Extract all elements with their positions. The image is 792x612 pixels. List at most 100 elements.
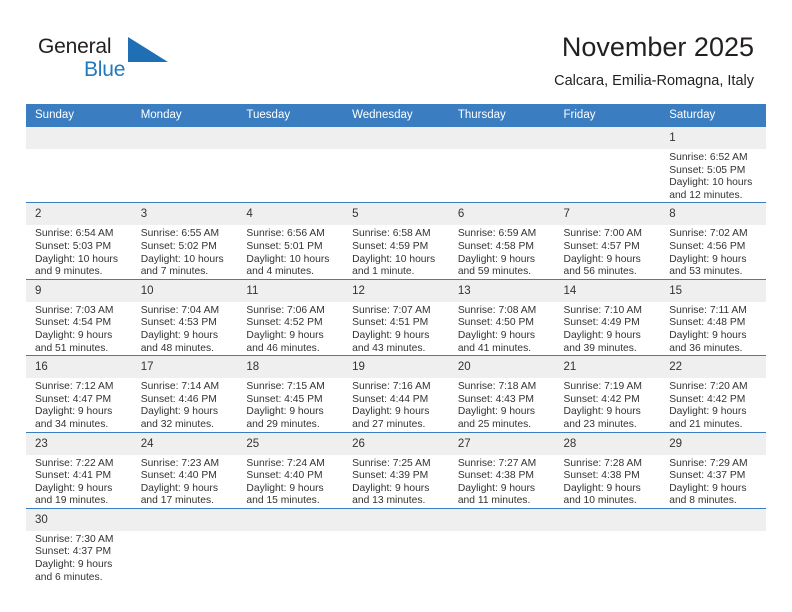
- daylight-text-line1: Daylight: 9 hours: [140, 329, 218, 341]
- calendar-body: 1 Sunrise: 6:52 AM Sunset: 5:05 PM Daylight…: [26, 125, 766, 585]
- calendar-day-cell[interactable]: 22 Sunrise: 7:20 AM Sunset: 4:42 PM Dayligh…: [660, 355, 766, 432]
- calendar-day-cell[interactable]: 6 Sunrise: 6:59 AM Sunset: 4:58 PM Daylight…: [448, 202, 555, 280]
- sunset-text: Sunset: 4:59 PM: [352, 240, 429, 252]
- title-block: November 2025 Calcara, Emilia-Romagna, I…: [554, 30, 754, 92]
- calendar-day-cell[interactable]: 14 Sunrise: 7:10 AM Sunset: 4:49 PM Dayligh…: [554, 278, 661, 356]
- sunset-text: Sunset: 5:05 PM: [669, 164, 746, 176]
- day-sun-info: Sunrise: 6:52 AM Sunset: 5:05 PM Daylight:…: [660, 149, 766, 202]
- daylight-text-line2: and 59 minutes.: [457, 266, 532, 278]
- day-number: 26: [343, 432, 449, 455]
- calendar-day-cell-empty: [554, 507, 661, 585]
- daylight-text-line2: and 9 minutes.: [35, 266, 103, 278]
- daylight-text-line2: and 10 minutes.: [563, 495, 637, 507]
- daylight-text-line2: and 8 minutes.: [669, 495, 737, 507]
- day-sun-info: Sunrise: 7:14 AM Sunset: 4:46 PM Daylight:…: [132, 378, 238, 431]
- calendar-day-cell[interactable]: 30 Sunrise: 7:30 AM Sunset: 4:37 PM Dayligh…: [26, 507, 132, 585]
- calendar-page: General Blue November 2025 Calcara, Emil…: [0, 0, 792, 612]
- calendar-day-cell[interactable]: 11 Sunrise: 7:06 AM Sunset: 4:52 PM Dayligh…: [237, 278, 344, 356]
- calendar-day-cell[interactable]: 5 Sunrise: 6:58 AM Sunset: 4:59 PM Daylight…: [343, 202, 449, 280]
- weekday-header-wednesday: Wednesday: [343, 104, 449, 127]
- daylight-text-line2: and 32 minutes.: [140, 418, 214, 430]
- calendar-day-cell[interactable]: 26 Sunrise: 7:25 AM Sunset: 4:39 PM Dayligh…: [343, 431, 449, 509]
- sunset-text: Sunset: 4:43 PM: [457, 393, 534, 405]
- day-number: 29: [660, 432, 766, 455]
- day-sun-info: Sunrise: 6:59 AM Sunset: 4:58 PM Daylight:…: [449, 225, 555, 278]
- calendar-day-cell[interactable]: 19 Sunrise: 7:16 AM Sunset: 4:44 PM Dayligh…: [343, 355, 449, 432]
- daylight-text-line1: Daylight: 9 hours: [563, 406, 641, 418]
- daylight-text-line1: Daylight: 9 hours: [246, 329, 324, 341]
- calendar-week-row: 9 Sunrise: 7:03 AM Sunset: 4:54 PM Daylight…: [26, 278, 766, 356]
- calendar-day-cell[interactable]: 2 Sunrise: 6:54 AM Sunset: 5:03 PM Daylight…: [26, 202, 132, 280]
- calendar-day-cell[interactable]: 20 Sunrise: 7:18 AM Sunset: 4:43 PM Dayligh…: [448, 355, 555, 432]
- day-sun-info: Sunrise: 7:19 AM Sunset: 4:42 PM Daylight:…: [555, 378, 661, 431]
- daylight-text-line2: and 19 minutes.: [35, 495, 109, 507]
- sunrise-text: Sunrise: 7:25 AM: [352, 457, 431, 469]
- daylight-text-line1: Daylight: 9 hours: [457, 482, 536, 494]
- calendar-day-cell[interactable]: 29 Sunrise: 7:29 AM Sunset: 4:37 PM Dayligh…: [660, 431, 766, 509]
- daylight-text-line1: Daylight: 9 hours: [35, 482, 113, 494]
- day-number-strip: [343, 508, 449, 531]
- sunset-text: Sunset: 4:40 PM: [140, 470, 217, 482]
- calendar-day-cell[interactable]: 13 Sunrise: 7:08 AM Sunset: 4:50 PM Dayligh…: [448, 278, 555, 356]
- day-number: 10: [131, 279, 238, 302]
- weekday-header-tuesday: Tuesday: [237, 104, 344, 127]
- calendar-day-cell[interactable]: 8 Sunrise: 7:02 AM Sunset: 4:56 PM Daylight…: [660, 202, 766, 280]
- sunrise-text: Sunrise: 7:28 AM: [563, 457, 642, 469]
- calendar-day-cell[interactable]: 3 Sunrise: 6:55 AM Sunset: 5:02 PM Daylight…: [131, 202, 238, 280]
- calendar-day-cell[interactable]: 15 Sunrise: 7:11 AM Sunset: 4:48 PM Dayligh…: [660, 278, 766, 356]
- calendar-day-cell[interactable]: 23 Sunrise: 7:22 AM Sunset: 4:41 PM Dayligh…: [26, 431, 132, 509]
- day-sun-info: Sunrise: 7:30 AM Sunset: 4:37 PM Daylight:…: [26, 531, 132, 584]
- day-number: 21: [554, 356, 661, 379]
- calendar-day-cell[interactable]: 27 Sunrise: 7:27 AM Sunset: 4:38 PM Dayligh…: [448, 431, 555, 509]
- daylight-text-line2: and 36 minutes.: [669, 342, 743, 354]
- day-sun-info: Sunrise: 7:24 AM Sunset: 4:40 PM Daylight:…: [237, 455, 343, 508]
- daylight-text-line1: Daylight: 10 hours: [35, 253, 118, 265]
- day-number: 24: [131, 432, 238, 455]
- day-sun-info: Sunrise: 7:11 AM Sunset: 4:48 PM Daylight:…: [660, 302, 766, 355]
- day-number: 13: [448, 279, 555, 302]
- calendar-day-cell[interactable]: 17 Sunrise: 7:14 AM Sunset: 4:46 PM Dayligh…: [131, 355, 238, 432]
- calendar-day-cell[interactable]: 16 Sunrise: 7:12 AM Sunset: 4:47 PM Dayligh…: [26, 355, 132, 432]
- calendar-day-cell[interactable]: 4 Sunrise: 6:56 AM Sunset: 5:01 PM Daylight…: [237, 202, 344, 280]
- page-title: November 2025: [561, 32, 754, 62]
- daylight-text-line2: and 48 minutes.: [140, 342, 214, 354]
- day-number: 19: [343, 356, 449, 379]
- calendar-week-row: 1 Sunrise: 6:52 AM Sunset: 5:05 PM Daylight…: [26, 125, 766, 203]
- sunset-text: Sunset: 4:41 PM: [35, 470, 112, 482]
- daylight-text-line2: and 56 minutes.: [563, 266, 637, 278]
- calendar-day-cell[interactable]: 25 Sunrise: 7:24 AM Sunset: 4:40 PM Dayligh…: [237, 431, 344, 509]
- sunrise-text: Sunrise: 7:24 AM: [246, 457, 325, 469]
- calendar-day-cell[interactable]: 12 Sunrise: 7:07 AM Sunset: 4:51 PM Dayligh…: [343, 278, 449, 356]
- calendar-day-cell[interactable]: 1 Sunrise: 6:52 AM Sunset: 5:05 PM Daylight…: [660, 125, 766, 203]
- weekday-header-saturday: Saturday: [660, 104, 766, 127]
- sunrise-text: Sunrise: 6:59 AM: [457, 228, 537, 240]
- day-sun-info: Sunrise: 7:20 AM Sunset: 4:42 PM Daylight:…: [660, 378, 766, 431]
- general-blue-logo[interactable]: General Blue: [38, 34, 218, 90]
- logo-text-blue: Blue: [84, 58, 126, 81]
- calendar-day-cell[interactable]: 24 Sunrise: 7:23 AM Sunset: 4:40 PM Dayligh…: [131, 431, 238, 509]
- calendar-day-cell-empty: [237, 125, 344, 203]
- calendar-day-cell[interactable]: 21 Sunrise: 7:19 AM Sunset: 4:42 PM Dayligh…: [554, 355, 661, 432]
- daylight-text-line1: Daylight: 9 hours: [457, 253, 536, 265]
- day-sun-info: Sunrise: 7:12 AM Sunset: 4:47 PM Daylight:…: [26, 378, 132, 431]
- daylight-text-line1: Daylight: 9 hours: [140, 482, 218, 494]
- day-sun-info: Sunrise: 7:27 AM Sunset: 4:38 PM Daylight:…: [449, 455, 555, 508]
- day-sun-info: Sunrise: 7:02 AM Sunset: 4:56 PM Daylight:…: [660, 225, 766, 278]
- calendar-day-cell-empty: [131, 125, 238, 203]
- day-number: 18: [237, 356, 344, 379]
- calendar-day-cell[interactable]: 10 Sunrise: 7:04 AM Sunset: 4:53 PM Dayligh…: [131, 278, 238, 356]
- day-sun-info: Sunrise: 7:23 AM Sunset: 4:40 PM Daylight:…: [132, 455, 238, 508]
- calendar-day-cell[interactable]: 28 Sunrise: 7:28 AM Sunset: 4:38 PM Dayligh…: [554, 431, 661, 509]
- calendar-day-cell[interactable]: 18 Sunrise: 7:15 AM Sunset: 4:45 PM Dayligh…: [237, 355, 344, 432]
- daylight-text-line1: Daylight: 9 hours: [35, 559, 113, 571]
- calendar-week-row: 23 Sunrise: 7:22 AM Sunset: 4:41 PM Dayligh…: [26, 431, 766, 509]
- day-sun-info: Sunrise: 6:54 AM Sunset: 5:03 PM Daylight:…: [26, 225, 132, 278]
- weekday-header-friday: Friday: [554, 104, 661, 127]
- calendar-day-cell[interactable]: 9 Sunrise: 7:03 AM Sunset: 4:54 PM Daylight…: [26, 278, 132, 356]
- sunset-text: Sunset: 4:53 PM: [140, 317, 217, 329]
- day-number: 5: [343, 203, 449, 226]
- calendar-day-cell[interactable]: 7 Sunrise: 7:00 AM Sunset: 4:57 PM Daylight…: [554, 202, 661, 280]
- day-number: 7: [554, 203, 661, 226]
- sunrise-text: Sunrise: 7:00 AM: [563, 228, 642, 240]
- weekday-header-sunday: Sunday: [26, 104, 132, 127]
